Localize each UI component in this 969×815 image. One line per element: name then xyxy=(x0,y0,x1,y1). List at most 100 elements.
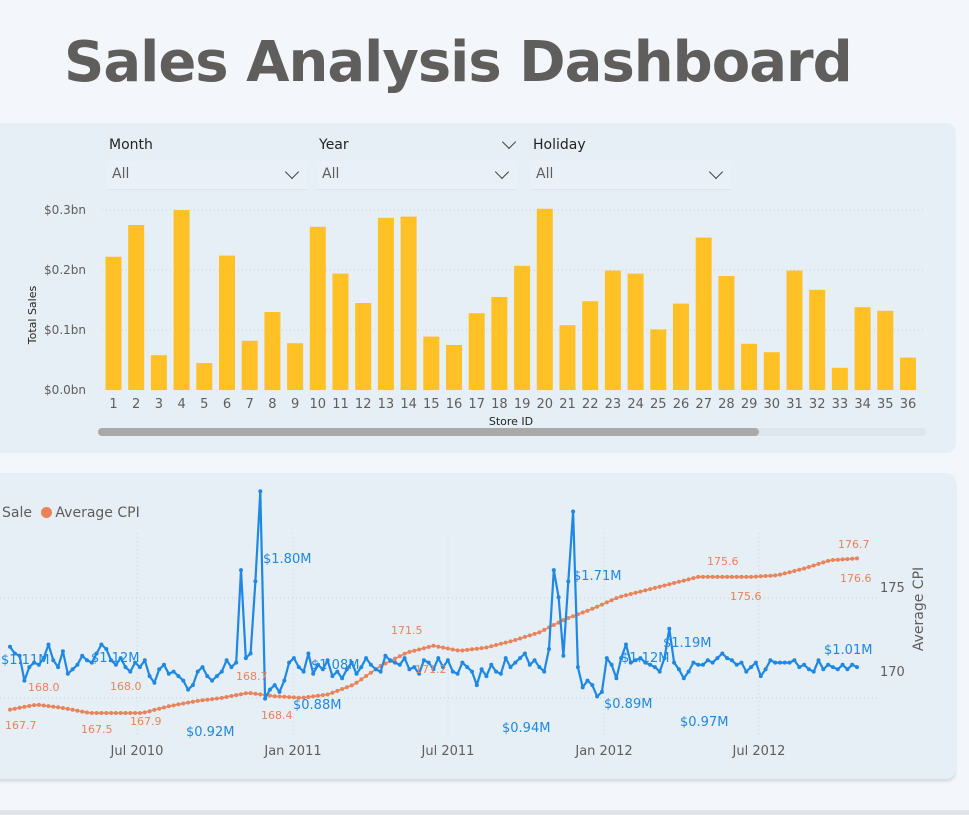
sale-point xyxy=(614,676,619,681)
sale-point xyxy=(739,660,744,665)
sale-point xyxy=(725,656,730,661)
x-tick-label: 31 xyxy=(786,397,803,412)
sale-point xyxy=(195,669,200,674)
x-tick-label: Jan 2012 xyxy=(574,744,632,759)
bar-store-20 xyxy=(536,208,553,390)
sale-point xyxy=(450,669,455,674)
x-tick-label: 8 xyxy=(268,397,276,412)
bar-store-7 xyxy=(241,340,258,390)
sale-point xyxy=(840,662,845,667)
x-tick-label: 32 xyxy=(809,397,826,412)
horizontal-scrollbar-thumb[interactable] xyxy=(98,428,759,436)
x-tick-label: 6 xyxy=(223,397,231,412)
sale-point xyxy=(373,667,378,672)
sale-point xyxy=(667,626,672,631)
sale-point xyxy=(474,683,479,688)
cpi-point xyxy=(359,677,364,682)
sale-point xyxy=(200,665,205,670)
cpi-point xyxy=(393,656,397,661)
cpi-point xyxy=(672,581,677,585)
year-dropdown[interactable]: All xyxy=(317,161,517,190)
sale-point xyxy=(522,651,527,656)
sale-point xyxy=(518,656,523,661)
cpi-point xyxy=(705,574,710,579)
sale-point xyxy=(248,651,253,656)
cpi-point xyxy=(657,584,662,589)
cpi-data-label: 167.9 xyxy=(130,715,162,728)
sale-point xyxy=(253,579,258,584)
x-tick-label: Jan 2011 xyxy=(263,744,321,759)
cpi-point xyxy=(118,711,123,715)
sale-point xyxy=(258,489,263,494)
sale-point xyxy=(710,660,715,665)
sale-point xyxy=(590,683,595,688)
cpi-point xyxy=(633,590,638,595)
cpi-point xyxy=(344,685,349,690)
chevron-down-icon xyxy=(708,164,724,180)
cpi-point xyxy=(56,705,61,710)
bar-store-1 xyxy=(105,256,122,390)
sale-point xyxy=(171,669,176,674)
sale-point xyxy=(397,662,402,667)
bar-store-17 xyxy=(468,313,485,390)
sale-point xyxy=(681,676,686,681)
sale-point xyxy=(792,658,797,663)
bar-store-24 xyxy=(627,273,644,390)
sale-point xyxy=(224,658,229,663)
y2-tick-label: 170 xyxy=(880,665,905,680)
sale-point xyxy=(181,678,186,683)
sale-point xyxy=(479,667,484,672)
sale-point xyxy=(147,674,152,679)
cpi-point xyxy=(532,631,537,636)
cpi-point xyxy=(205,697,210,702)
sale-point xyxy=(830,665,835,670)
x-tick-label: 29 xyxy=(741,397,758,412)
cpi-point xyxy=(426,645,431,649)
cpi-point xyxy=(652,585,657,590)
sale-point xyxy=(301,669,306,674)
bar-store-29 xyxy=(741,343,758,390)
cpi-point xyxy=(580,610,585,615)
sale-point xyxy=(368,662,373,667)
cpi-point xyxy=(147,709,152,714)
sale-point xyxy=(556,595,561,600)
sale-point xyxy=(157,667,162,672)
cpi-point xyxy=(200,698,205,703)
sale-data-label: $0.97M xyxy=(680,715,728,730)
holiday-dropdown[interactable]: All xyxy=(531,161,731,190)
bar-store-12 xyxy=(355,303,372,390)
cpi-point xyxy=(691,576,696,581)
sale-point xyxy=(585,678,590,683)
y2-tick-label: 175 xyxy=(880,581,905,596)
sale-point xyxy=(80,653,85,658)
sale-point xyxy=(306,651,311,656)
cpi-point xyxy=(744,574,749,579)
cpi-point xyxy=(537,630,542,635)
cpi-point xyxy=(816,561,821,566)
cpi-point xyxy=(36,702,41,707)
cpi-point xyxy=(648,587,653,592)
sale-point xyxy=(205,674,210,679)
cpi-point xyxy=(166,704,171,709)
sale-point xyxy=(696,662,701,667)
sale-point xyxy=(162,662,166,667)
cpi-point xyxy=(287,695,292,700)
sale-point xyxy=(566,579,571,584)
x-tick-label: 17 xyxy=(468,397,485,412)
sale-point xyxy=(383,653,388,658)
sale-point xyxy=(701,662,705,667)
cpi-point xyxy=(12,706,17,711)
cpi-point xyxy=(585,608,590,613)
sale-point xyxy=(575,665,580,670)
sale-point xyxy=(186,687,191,692)
cpi-data-label: 167.5 xyxy=(81,723,113,736)
x-tick-label: 14 xyxy=(400,397,417,412)
cpi-point xyxy=(272,694,277,699)
month-dropdown[interactable]: All xyxy=(107,161,307,190)
sale-point xyxy=(816,658,821,663)
cpi-point xyxy=(739,574,744,579)
cpi-point xyxy=(599,602,604,607)
cpi-point xyxy=(248,691,253,696)
sale-point xyxy=(291,656,296,661)
sale-point xyxy=(484,674,489,679)
